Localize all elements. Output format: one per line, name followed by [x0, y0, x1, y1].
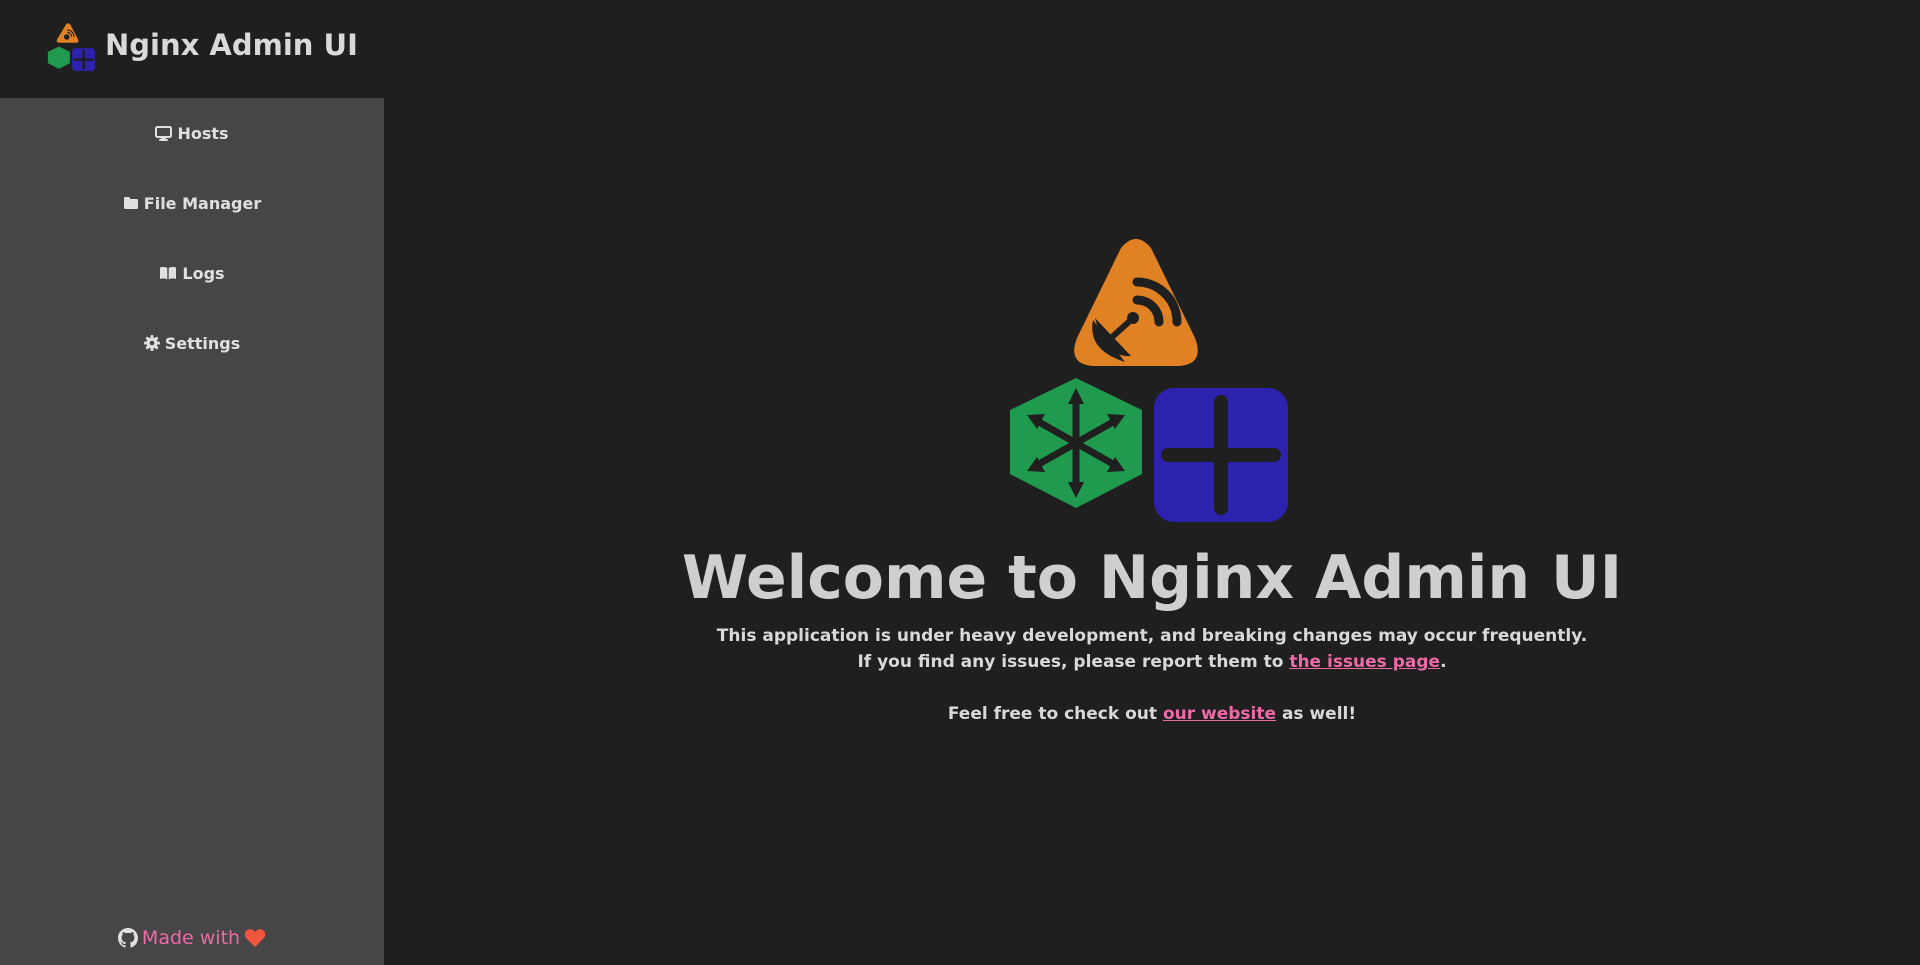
made-with-footer: Made with	[0, 927, 384, 949]
sidebar-item-label: Logs	[182, 263, 225, 283]
nginx-admin-logo-icon	[1010, 239, 1288, 522]
gear-icon	[143, 335, 160, 351]
github-icon[interactable]	[117, 928, 138, 948]
app-root: Nginx Admin UI Hosts File Manager Logs S…	[0, 0, 1920, 965]
welcome-heading: Welcome to Nginx Admin UI	[681, 543, 1623, 613]
website-notice-suffix: as well!	[1276, 704, 1357, 724]
app-title: Nginx Admin UI	[105, 28, 358, 62]
website-link[interactable]: our website	[1163, 704, 1276, 724]
book-icon	[160, 266, 177, 280]
sidebar-item-hosts[interactable]: Hosts	[0, 113, 384, 153]
sidebar-item-logs[interactable]: Logs	[0, 253, 384, 293]
made-with-link[interactable]: Made with	[142, 927, 240, 949]
main-content: Welcome to Nginx Admin UI This applicati…	[384, 0, 1920, 965]
sidebar-item-label: Settings	[164, 333, 241, 353]
sidebar-item-label: Hosts	[177, 123, 229, 143]
issues-page-link[interactable]: the issues page	[1289, 652, 1440, 672]
folder-icon	[123, 197, 138, 209]
sidebar-item-label: File Manager	[143, 193, 262, 213]
heart-icon	[244, 929, 266, 947]
dev-notice: This application is under heavy developm…	[716, 626, 1588, 646]
website-notice-prefix: Feel free to check out	[947, 704, 1163, 724]
sidebar-item-settings[interactable]: Settings	[0, 323, 384, 363]
app-header: Nginx Admin UI	[0, 0, 384, 98]
sidebar-item-file-manager[interactable]: File Manager	[0, 183, 384, 223]
website-notice: Feel free to check out our website as we…	[384, 704, 1920, 724]
app-logo-icon[interactable]	[46, 23, 98, 73]
issues-notice: If you find any issues, please report th…	[384, 652, 1920, 672]
issues-notice-prefix: If you find any issues, please report th…	[857, 652, 1290, 672]
monitor-icon	[155, 125, 173, 141]
sidebar: Hosts File Manager Logs Settings Made wi…	[0, 98, 384, 965]
issues-notice-suffix: .	[1440, 652, 1447, 672]
